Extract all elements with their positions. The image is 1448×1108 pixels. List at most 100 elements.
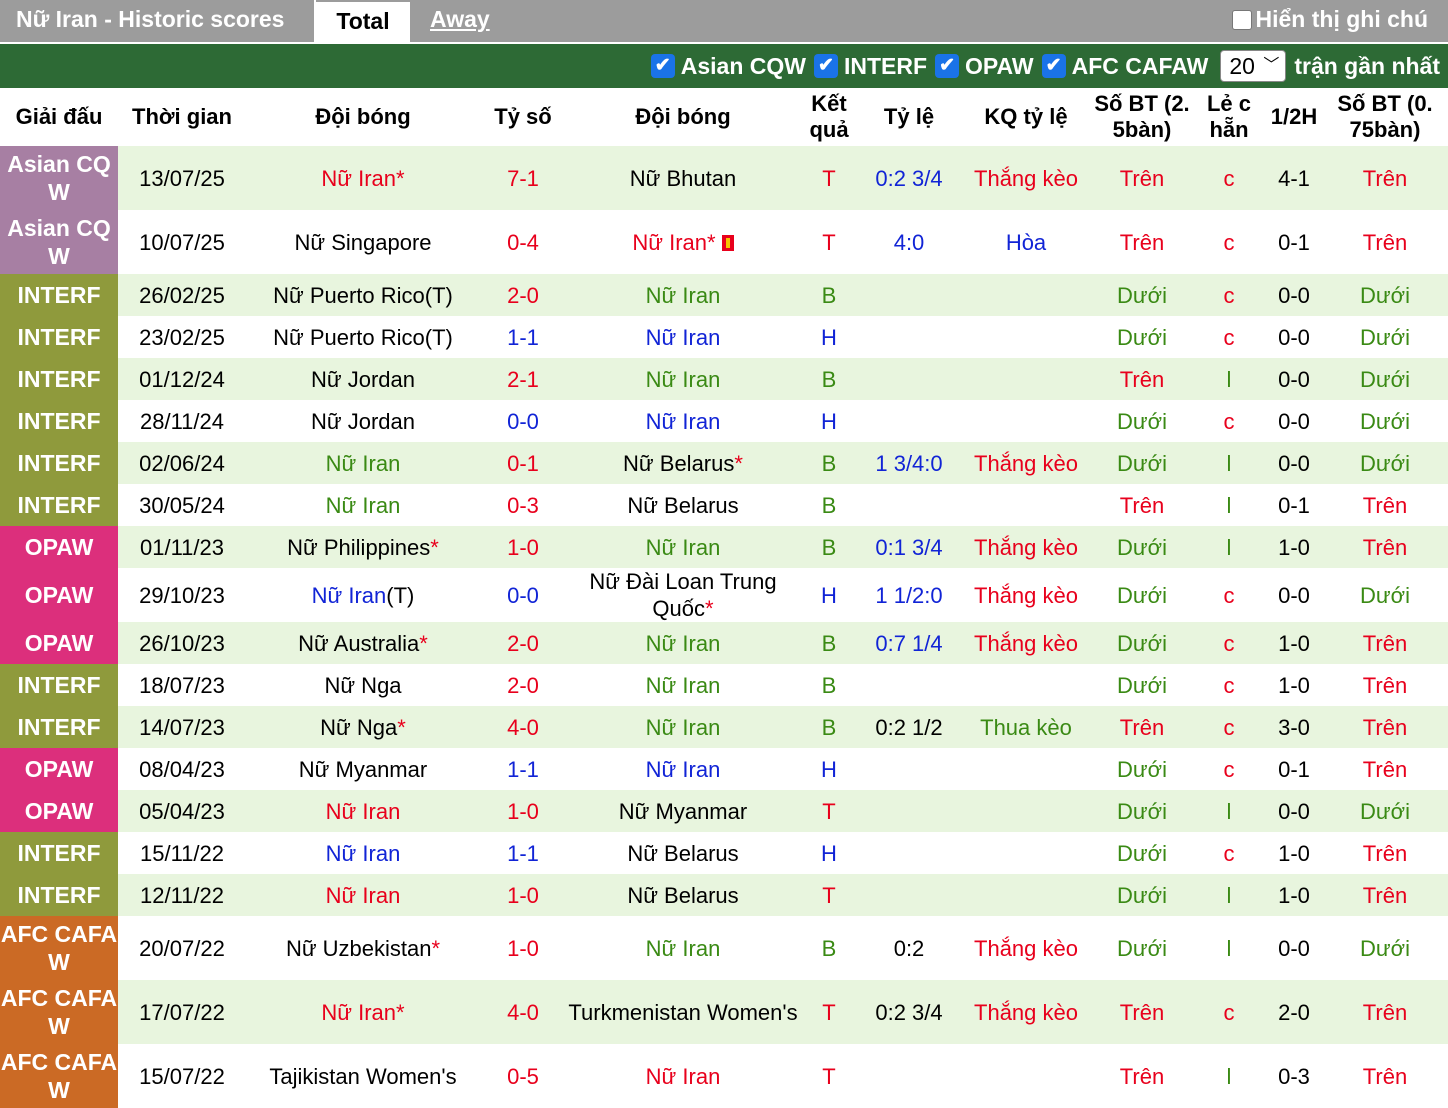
score-cell[interactable]: 0-1 xyxy=(480,442,566,484)
table-row[interactable]: OPAW 29/10/23 Nữ Iran(T) 0-0 Nữ Đài Loan Tru… xyxy=(0,568,1448,622)
score-cell[interactable]: 1-0 xyxy=(480,526,566,568)
table-row[interactable]: INTERF 30/05/24 Nữ Iran 0-3 Nữ Belarus B Trên l… xyxy=(0,484,1448,526)
away-team-cell[interactable]: Nữ Iran xyxy=(566,274,800,316)
home-team-cell[interactable]: Nữ Iran xyxy=(246,484,480,526)
score-cell[interactable]: 2-0 xyxy=(480,274,566,316)
table-row[interactable]: INTERF 01/12/24 Nữ Jordan 2-1 Nữ Iran B Trên l 0… xyxy=(0,358,1448,400)
home-team-cell[interactable]: Nữ Myanmar xyxy=(246,748,480,790)
score-cell[interactable]: 7-1 xyxy=(480,146,566,210)
match-count-select[interactable]: 20 ﹀ xyxy=(1220,50,1287,82)
away-team-cell[interactable]: Nữ Belarus xyxy=(566,484,800,526)
away-team-cell[interactable]: Nữ Đài Loan Trung Quốc* xyxy=(566,568,800,622)
tab-total[interactable]: Total xyxy=(316,0,410,42)
score-cell[interactable]: 4-0 xyxy=(480,980,566,1044)
home-team-cell[interactable]: Nữ Iran xyxy=(246,874,480,916)
away-team-cell[interactable]: Nữ Iran xyxy=(566,748,800,790)
score-cell[interactable]: 2-0 xyxy=(480,664,566,706)
table-row[interactable]: INTERF 26/02/25 Nữ Puerto Rico(T) 2-0 Nữ Ira… xyxy=(0,274,1448,316)
table-row[interactable]: OPAW 05/04/23 Nữ Iran 1-0 Nữ Myanmar T Dưới l 0-… xyxy=(0,790,1448,832)
table-row[interactable]: INTERF 15/11/22 Nữ Iran 1-1 Nữ Belarus H Dưới c… xyxy=(0,832,1448,874)
check-icon[interactable]: ✔ xyxy=(935,54,960,78)
home-team-cell[interactable]: Nữ Iran xyxy=(246,832,480,874)
away-team-cell[interactable]: Nữ Iran xyxy=(566,916,800,980)
away-team-cell[interactable]: Nữ Iran xyxy=(566,316,800,358)
home-team-cell[interactable]: Nữ Philippines* xyxy=(246,526,480,568)
col-result: Kết quả xyxy=(800,88,858,146)
away-team-cell[interactable]: Nữ Myanmar xyxy=(566,790,800,832)
home-team-cell[interactable]: Nữ Iran* xyxy=(246,146,480,210)
table-row[interactable]: INTERF 02/06/24 Nữ Iran 0-1 Nữ Belarus* B 1 3/… xyxy=(0,442,1448,484)
goals-25-text: Trên xyxy=(1119,492,1165,518)
filter-afc-cafaw[interactable]: ✔ AFC CAFAW xyxy=(1041,53,1208,80)
home-team-cell[interactable]: Nữ Jordan xyxy=(246,358,480,400)
score-cell[interactable]: 4-0 xyxy=(480,706,566,748)
home-team-cell[interactable]: Nữ Iran(T) xyxy=(246,568,480,622)
away-team-cell[interactable]: Nữ Iran xyxy=(566,622,800,664)
table-row[interactable]: OPAW 08/04/23 Nữ Myanmar 1-1 Nữ Iran H Dưới c 0-… xyxy=(0,748,1448,790)
home-team-cell[interactable]: Nữ Australia* xyxy=(246,622,480,664)
table-row[interactable]: Asian CQ W 13/07/25 Nữ Iran* 7-1 Nữ Bhutan T 0… xyxy=(0,146,1448,210)
table-row[interactable]: AFC CAFA W 17/07/22 Nữ Iran* 4-0 Turkmenista… xyxy=(0,980,1448,1044)
home-team-cell[interactable]: Nữ Puerto Rico(T) xyxy=(246,316,480,358)
check-icon[interactable]: ✔ xyxy=(650,54,675,78)
home-team-cell[interactable]: Tajikistan Women's xyxy=(246,1044,480,1108)
score-cell[interactable]: 1-1 xyxy=(480,316,566,358)
away-team-text: Nữ Iran xyxy=(645,408,721,434)
away-team-cell[interactable]: Nữ Iran xyxy=(566,358,800,400)
table-row[interactable]: AFC CAFA W 15/07/22 Tajikistan Women's 0-5 N… xyxy=(0,1044,1448,1108)
score-cell[interactable]: 0-4 xyxy=(480,210,566,274)
away-team-cell[interactable]: Nữ Iran xyxy=(566,1044,800,1108)
table-row[interactable]: INTERF 28/11/24 Nữ Jordan 0-0 Nữ Iran H Dưới c 0… xyxy=(0,400,1448,442)
home-team-cell[interactable]: Nữ Iran* xyxy=(246,980,480,1044)
table-row[interactable]: INTERF 14/07/23 Nữ Nga* 4-0 Nữ Iran B 0:2 1/2 T… xyxy=(0,706,1448,748)
table-row[interactable]: OPAW 26/10/23 Nữ Australia* 2-0 Nữ Iran B 0:7 … xyxy=(0,622,1448,664)
score-cell[interactable]: 2-1 xyxy=(480,358,566,400)
table-row[interactable]: OPAW 01/11/23 Nữ Philippines* 1-0 Nữ Iran B 0:… xyxy=(0,526,1448,568)
filter-interf[interactable]: ✔ INTERF xyxy=(813,53,927,80)
filter-asian-cqw[interactable]: ✔ Asian CQW xyxy=(650,53,806,80)
goals-25-text: Dưới xyxy=(1117,582,1167,608)
tab-away-label[interactable]: Away xyxy=(430,6,490,32)
away-team-cell[interactable]: Nữ Belarus xyxy=(566,874,800,916)
away-team-cell[interactable]: Nữ Iran xyxy=(566,526,800,568)
score-cell[interactable]: 1-1 xyxy=(480,832,566,874)
home-team-cell[interactable]: Nữ Puerto Rico(T) xyxy=(246,274,480,316)
home-team-cell[interactable]: Nữ Nga* xyxy=(246,706,480,748)
away-team-cell[interactable]: Nữ Iran xyxy=(566,706,800,748)
score-cell[interactable]: 1-1 xyxy=(480,748,566,790)
odds-result-cell: Thắng kèo xyxy=(960,568,1092,622)
league-text: OPAW xyxy=(24,756,94,782)
away-team-cell[interactable]: Nữ Iran xyxy=(566,664,800,706)
home-team-cell[interactable]: Nữ Iran xyxy=(246,442,480,484)
check-icon[interactable]: ✔ xyxy=(813,54,838,78)
score-cell[interactable]: 0-5 xyxy=(480,1044,566,1108)
home-team-cell[interactable]: Nữ Uzbekistan* xyxy=(246,916,480,980)
score-cell[interactable]: 0-0 xyxy=(480,568,566,622)
table-row[interactable]: AFC CAFA W 20/07/22 Nữ Uzbekistan* 1-0 Nữ Ir… xyxy=(0,916,1448,980)
away-team-cell[interactable]: Nữ Bhutan xyxy=(566,146,800,210)
check-icon[interactable]: ✔ xyxy=(1041,54,1066,78)
show-notes-toggle[interactable]: Hiển thị ghi chú xyxy=(1231,0,1428,40)
score-cell[interactable]: 2-0 xyxy=(480,622,566,664)
home-team-cell[interactable]: Nữ Singapore xyxy=(246,210,480,274)
filter-opaw[interactable]: ✔ OPAW xyxy=(935,53,1034,80)
table-row[interactable]: INTERF 18/07/23 Nữ Nga 2-0 Nữ Iran B Dưới c 1-0 T… xyxy=(0,664,1448,706)
score-cell[interactable]: 1-0 xyxy=(480,790,566,832)
show-notes-checkbox[interactable] xyxy=(1231,10,1252,30)
table-row[interactable]: INTERF 23/02/25 Nữ Puerto Rico(T) 1-1 Nữ Ira… xyxy=(0,316,1448,358)
away-team-cell[interactable]: Nữ Iran xyxy=(566,400,800,442)
score-cell[interactable]: 0-3 xyxy=(480,484,566,526)
score-cell[interactable]: 0-0 xyxy=(480,400,566,442)
odds-result-text: Thua kèo xyxy=(980,714,1072,740)
away-team-cell[interactable]: Nữ Belarus xyxy=(566,832,800,874)
away-team-cell[interactable]: Nữ Iran* xyxy=(566,210,800,274)
home-team-cell[interactable]: Nữ Iran xyxy=(246,790,480,832)
away-team-cell[interactable]: Turkmenistan Women's xyxy=(566,980,800,1044)
score-cell[interactable]: 1-0 xyxy=(480,874,566,916)
home-team-cell[interactable]: Nữ Nga xyxy=(246,664,480,706)
table-row[interactable]: Asian CQ W 10/07/25 Nữ Singapore 0-4 Nữ Iran… xyxy=(0,210,1448,274)
score-cell[interactable]: 1-0 xyxy=(480,916,566,980)
home-team-cell[interactable]: Nữ Jordan xyxy=(246,400,480,442)
table-row[interactable]: INTERF 12/11/22 Nữ Iran 1-0 Nữ Belarus T Dưới l… xyxy=(0,874,1448,916)
away-team-cell[interactable]: Nữ Belarus* xyxy=(566,442,800,484)
